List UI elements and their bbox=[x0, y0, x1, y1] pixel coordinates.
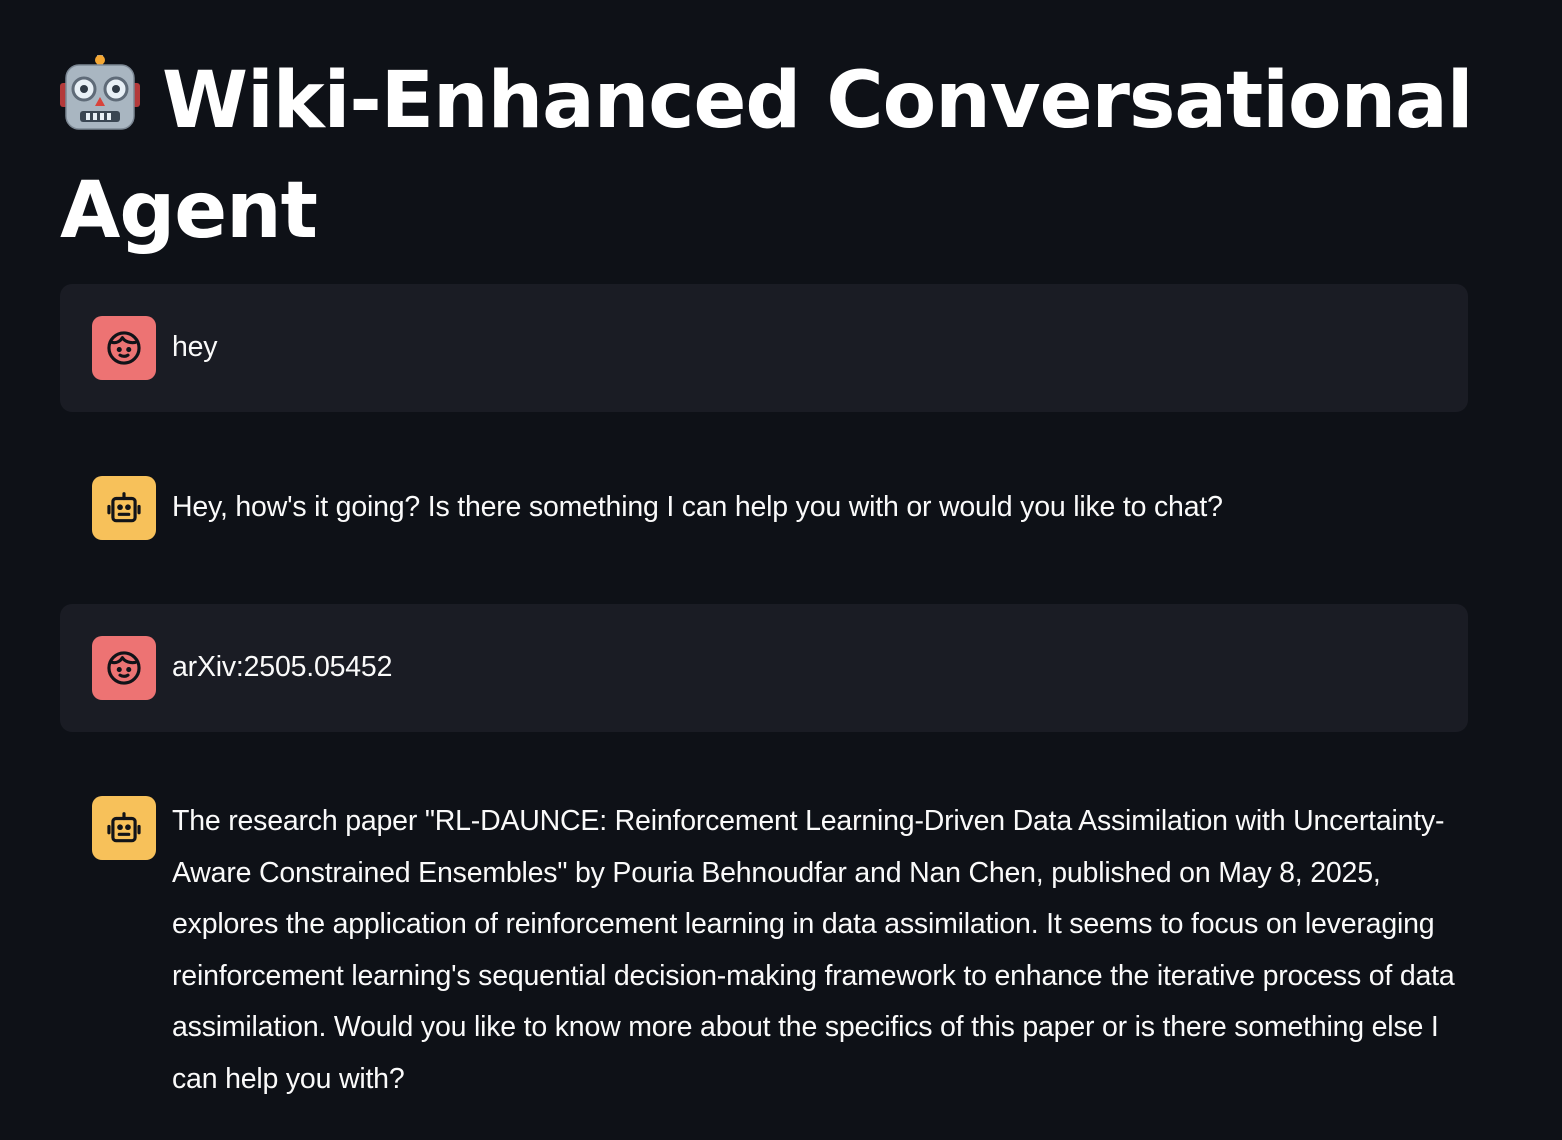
chat-message-assistant: The research paper "RL-DAUNCE: Reinforce… bbox=[60, 764, 1468, 1124]
bot-avatar bbox=[92, 796, 156, 860]
user-avatar bbox=[92, 636, 156, 700]
chat-message-user: hey bbox=[60, 284, 1468, 412]
chat-message-user: arXiv:2505.05452 bbox=[60, 604, 1468, 732]
robot-face-icon bbox=[60, 52, 140, 158]
app-main: Wiki-Enhanced Conversational Agent hey H… bbox=[0, 0, 1562, 1140]
message-text: Hey, how's it going? Is there something … bbox=[172, 491, 1223, 523]
page-title: Wiki-Enhanced Conversational Agent bbox=[60, 48, 1480, 264]
chat-message-assistant: Hey, how's it going? Is there something … bbox=[60, 444, 1468, 572]
user-avatar bbox=[92, 316, 156, 380]
message-text: hey bbox=[172, 331, 218, 363]
user-face-icon bbox=[107, 331, 141, 365]
user-face-icon bbox=[107, 651, 141, 685]
bot-icon bbox=[107, 812, 141, 843]
message-text: The research paper "RL-DAUNCE: Reinforce… bbox=[172, 805, 1455, 1095]
page-title-text: Wiki-Enhanced Conversational Agent bbox=[60, 56, 1474, 256]
bot-icon bbox=[107, 492, 141, 523]
bot-avatar bbox=[92, 476, 156, 540]
message-text: arXiv:2505.05452 bbox=[172, 651, 393, 683]
